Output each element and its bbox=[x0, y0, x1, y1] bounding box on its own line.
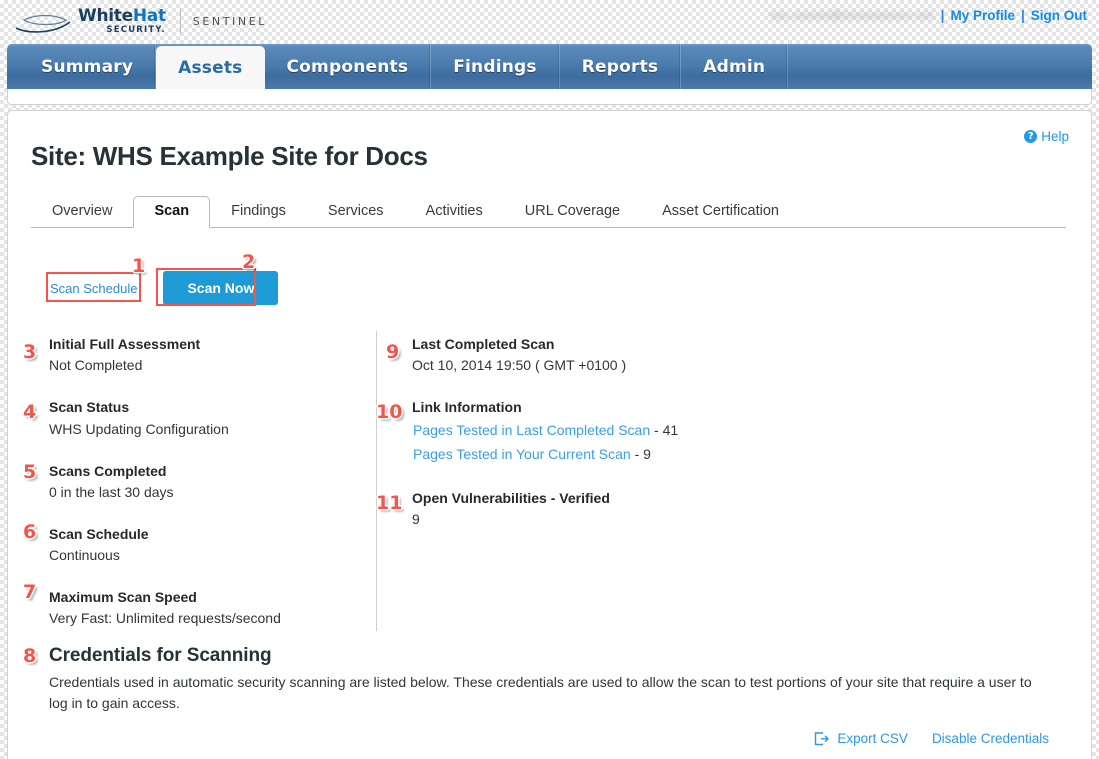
sub-tab-overview[interactable]: Overview bbox=[31, 196, 133, 228]
scan-info-left-column: Initial Full Assessment Not Completed Sc… bbox=[49, 334, 369, 650]
credentials-actions: Export CSV Disable Credentials bbox=[814, 731, 1049, 746]
whitehat-logo[interactable]: WhiteHat SECURITY. SENTINEL bbox=[14, 0, 267, 42]
info-block-scan-status: Scan Status WHS Updating Configuration bbox=[49, 397, 369, 439]
credentials-description: Credentials used in automatic security s… bbox=[49, 674, 1032, 711]
sign-out-link[interactable]: Sign Out bbox=[1031, 8, 1087, 23]
logo-white-text: White bbox=[78, 5, 133, 26]
info-label: Last Completed Scan bbox=[412, 336, 555, 352]
annotation-number-3: 3 bbox=[23, 341, 37, 363]
sub-tab-findings[interactable]: Findings bbox=[210, 196, 307, 228]
annotation-number-8: 8 bbox=[23, 645, 37, 667]
main-content-card: ? Help Site: WHS Example Site for Docs O… bbox=[7, 110, 1092, 759]
info-value: Oct 10, 2014 19:50 ( GMT +0100 ) bbox=[412, 357, 627, 374]
info-value: Not Completed bbox=[49, 357, 143, 374]
annotation-number-11: 11 bbox=[376, 492, 403, 514]
help-label: Help bbox=[1041, 129, 1069, 144]
user-email: xxx.xxxxxx@xxxxxxxxxxx.xxx bbox=[770, 8, 935, 22]
sub-tab-asset-certification[interactable]: Asset Certification bbox=[641, 196, 800, 228]
credentials-title: Credentials for Scanning bbox=[49, 645, 272, 666]
pages-tested-current-scan-count: - 9 bbox=[634, 446, 651, 463]
link-row-last-completed: Pages Tested in Last Completed Scan - 41 bbox=[412, 418, 792, 443]
sub-tab-scan[interactable]: Scan bbox=[133, 196, 211, 228]
annotation-number-10: 10 bbox=[376, 401, 403, 423]
logo-security-text: SECURITY. bbox=[106, 24, 166, 35]
annotation-number-5: 5 bbox=[23, 461, 37, 483]
product-name: SENTINEL bbox=[192, 14, 268, 28]
info-label: Scan Schedule bbox=[49, 525, 149, 542]
annotation-number-4: 4 bbox=[23, 401, 37, 423]
whitehat-swoosh-icon bbox=[15, 14, 71, 33]
info-block-scans-completed: Scans Completed 0 in the last 30 days bbox=[49, 461, 369, 503]
nav-tab-findings[interactable]: Findings bbox=[431, 44, 560, 90]
info-label: Initial Full Assessment bbox=[49, 336, 201, 352]
info-value: Continuous bbox=[49, 547, 120, 564]
info-label: Maximum Scan Speed bbox=[49, 589, 197, 606]
credentials-section: Credentials for Scanning Credentials use… bbox=[49, 645, 1059, 714]
scan-info-right-column: Last Completed Scan Oct 10, 2014 19:50 (… bbox=[412, 334, 792, 551]
info-label: Open Vulnerabilities - Verified bbox=[412, 489, 610, 506]
column-divider bbox=[376, 331, 377, 631]
sub-tab-url-coverage[interactable]: URL Coverage bbox=[504, 196, 641, 228]
question-circle-icon: ? bbox=[1024, 130, 1038, 143]
disable-credentials-button[interactable]: Disable Credentials bbox=[932, 731, 1049, 746]
link-row-current-scan: Pages Tested in Your Current Scan - 9 bbox=[412, 442, 792, 467]
logo-hat-text: Hat bbox=[132, 5, 166, 26]
nav-tab-assets[interactable]: Assets bbox=[156, 46, 265, 90]
export-csv-label: Export CSV bbox=[837, 731, 908, 746]
pages-tested-last-scan-count: - 41 bbox=[654, 421, 679, 438]
sub-tab-bar: Overview Scan Findings Services Activiti… bbox=[31, 194, 1066, 228]
user-bar: xxx.xxxxxx@xxxxxxxxxxx.xxx | My Profile … bbox=[770, 0, 1087, 30]
nav-tab-reports[interactable]: Reports bbox=[560, 44, 682, 90]
info-label: Scans Completed bbox=[49, 462, 167, 479]
info-value: Very Fast: Unlimited requests/second bbox=[49, 610, 281, 627]
info-block-initial-full-assessment: Initial Full Assessment Not Completed bbox=[49, 334, 369, 376]
top-header-bar: WhiteHat SECURITY. SENTINEL xxx.xxxxxx@x… bbox=[0, 0, 1099, 42]
export-csv-button[interactable]: Export CSV bbox=[814, 731, 908, 746]
main-navigation: Summary Assets Components Findings Repor… bbox=[7, 44, 1092, 90]
pages-tested-last-scan-link[interactable]: Pages Tested in Last Completed Scan bbox=[413, 422, 650, 438]
info-block-last-completed-scan: Last Completed Scan Oct 10, 2014 19:50 (… bbox=[412, 334, 792, 376]
annotation-number-2: 2 bbox=[242, 251, 256, 273]
help-link[interactable]: ? Help bbox=[1024, 129, 1069, 144]
annotation-number-9: 9 bbox=[386, 341, 400, 363]
user-bar-separator-2: | bbox=[1020, 7, 1025, 23]
scan-action-row: Scan Schedule Scan Now bbox=[46, 271, 279, 305]
info-block-maximum-scan-speed: Maximum Scan Speed Very Fast: Unlimited … bbox=[49, 587, 369, 629]
info-label: Link Information bbox=[412, 399, 522, 416]
nav-empty-space bbox=[788, 44, 1092, 90]
info-value: 0 in the last 30 days bbox=[49, 483, 174, 500]
sub-tab-services[interactable]: Services bbox=[307, 196, 405, 228]
user-bar-separator-1: | bbox=[940, 7, 945, 23]
nav-bottom-strip bbox=[7, 89, 1092, 105]
annotation-number-6: 6 bbox=[23, 521, 37, 543]
info-value: 9 bbox=[412, 510, 420, 527]
pages-tested-current-scan-link[interactable]: Pages Tested in Your Current Scan bbox=[413, 446, 631, 462]
nav-tab-components[interactable]: Components bbox=[265, 44, 432, 90]
info-block-open-vulnerabilities: Open Vulnerabilities - Verified 9 bbox=[412, 488, 792, 530]
export-box-arrow-icon bbox=[815, 731, 830, 745]
nav-tab-admin[interactable]: Admin bbox=[681, 44, 789, 90]
info-value: WHS Updating Configuration bbox=[49, 420, 229, 437]
info-block-link-information: Link Information Pages Tested in Last Co… bbox=[412, 397, 792, 466]
scan-now-button[interactable]: Scan Now bbox=[163, 271, 279, 305]
sub-tab-activities[interactable]: Activities bbox=[405, 196, 504, 228]
annotation-number-1: 1 bbox=[132, 255, 146, 277]
page-title: Site: WHS Example Site for Docs bbox=[31, 141, 428, 171]
nav-tab-summary[interactable]: Summary bbox=[7, 44, 157, 90]
logo-divider bbox=[179, 8, 181, 34]
info-block-scan-schedule: Scan Schedule Continuous bbox=[49, 524, 369, 566]
my-profile-link[interactable]: My Profile bbox=[950, 8, 1015, 23]
scan-schedule-button[interactable]: Scan Schedule bbox=[46, 275, 141, 302]
annotation-number-7: 7 bbox=[23, 581, 37, 603]
info-label: Scan Status bbox=[49, 399, 130, 416]
